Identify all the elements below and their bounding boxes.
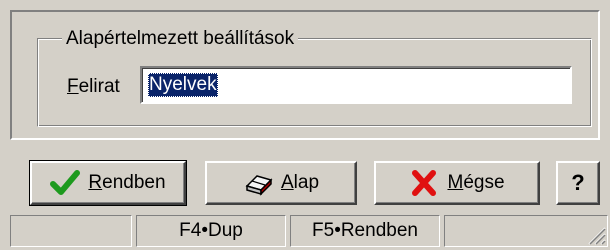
resize-grip-icon[interactable] [586, 225, 606, 245]
caption-input-value: Nyelvek [148, 73, 218, 97]
caption-label-accel: F [67, 76, 79, 97]
status-cell-empty-2 [444, 215, 608, 247]
caption-input[interactable]: Nyelvek [140, 66, 572, 104]
caption-label-rest: elirat [78, 76, 120, 97]
cancel-button[interactable]: Mégse [374, 161, 540, 205]
checkmark-icon [50, 168, 81, 198]
default-button[interactable]: Alap [205, 161, 357, 205]
caption-label: Felirat [67, 76, 120, 98]
cancel-button-label: Mégse [447, 172, 505, 193]
x-icon [409, 168, 439, 198]
help-button[interactable]: ? [556, 161, 600, 205]
default-button-label: Alap [280, 172, 320, 193]
groupbox-legend: Alapértelmezett beállítások [62, 28, 299, 50]
status-cell-f4: F4•Dup [136, 215, 286, 247]
help-button-label: ? [571, 170, 585, 195]
ok-button[interactable]: Rendben [29, 160, 187, 206]
eraser-icon [243, 168, 273, 198]
status-cell-f5: F5•Rendben [290, 215, 440, 247]
ok-button-label: Rendben [88, 172, 166, 193]
status-bar: F4•Dup F5•Rendben [0, 215, 610, 247]
status-cell-empty-1 [10, 215, 132, 247]
